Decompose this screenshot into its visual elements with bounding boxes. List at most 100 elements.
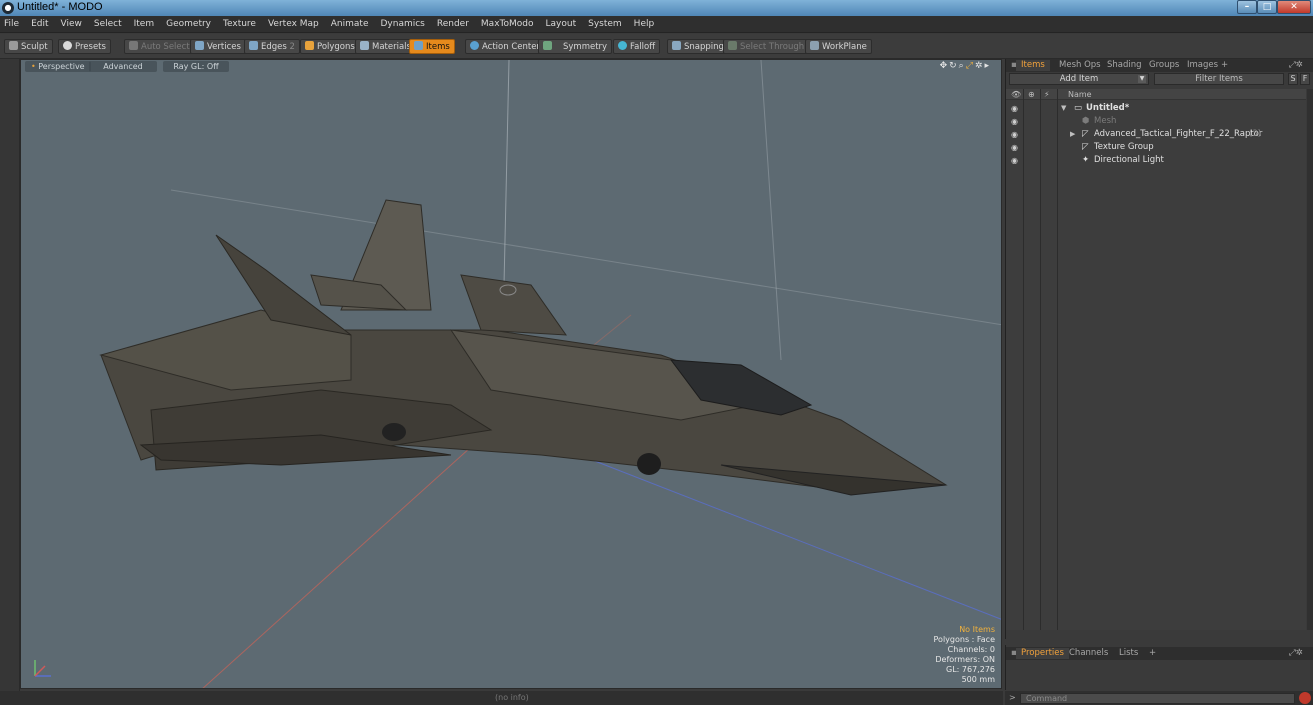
menu-select[interactable]: Select	[94, 19, 122, 29]
tab-shading[interactable]: Shading	[1102, 60, 1147, 71]
falloff-button[interactable]: Falloff	[613, 39, 661, 54]
auto-select-button[interactable]: Auto Select	[124, 39, 195, 54]
panel-expand-icon[interactable]: ⤢✲	[1284, 648, 1308, 659]
tab-add[interactable]: +	[1216, 60, 1233, 71]
maximize-view-icon[interactable]: ⤢	[966, 61, 975, 71]
edges-button[interactable]: Edges 2	[244, 39, 300, 54]
visibility-eye-icon[interactable]: ◉	[1011, 102, 1018, 115]
menu-help[interactable]: Help	[634, 19, 655, 29]
menu-dynamics[interactable]: Dynamics	[380, 19, 424, 29]
symmetry-icon	[543, 41, 552, 50]
viewport-nav-controls[interactable]: ✥↻⌕⤢✲▸	[940, 61, 991, 71]
filter-items-input[interactable]: Filter Items	[1154, 73, 1284, 85]
items-mode-button[interactable]: Items	[409, 39, 455, 54]
visibility-eye-icon[interactable]: ◉	[1011, 115, 1018, 128]
list-item-untitled[interactable]: ◉ ▼ ▭ Untitled*	[1006, 102, 1306, 115]
rotate-view-icon[interactable]: ↻	[949, 61, 959, 71]
workplane-icon	[810, 41, 819, 50]
title-bar: ● Untitled* - MODO – □ ✕	[0, 0, 1313, 16]
f22-raptor-model	[99, 199, 948, 496]
presets-icon	[63, 41, 72, 50]
lock-column-icon: ⊕	[1028, 90, 1035, 99]
items-list: ◉ ▼ ▭ Untitled* ◉ ⬢ Mesh ◉ ▶ ◸ Advanced_…	[1006, 100, 1306, 630]
tab-groups[interactable]: Groups	[1144, 60, 1184, 71]
view-type-dropdown[interactable]: • Perspective	[25, 61, 91, 72]
expand-triangle-icon[interactable]: ▶	[1070, 128, 1075, 141]
maximize-button[interactable]: □	[1257, 0, 1277, 14]
list-item-mesh[interactable]: ◉ ⬢ Mesh	[1006, 115, 1306, 128]
select-through-icon	[728, 41, 737, 50]
status-bar: (no info)	[0, 691, 1003, 705]
command-input[interactable]: Command	[1020, 693, 1295, 704]
items-panel-tabs: ▪ Items Mesh Ops Shading Groups Images +…	[1006, 59, 1313, 72]
expand-triangle-icon[interactable]: ▼	[1061, 102, 1066, 115]
visibility-eye-icon[interactable]: ◉	[1011, 128, 1018, 141]
tab-mesh-ops[interactable]: Mesh Ops	[1054, 60, 1106, 71]
modo-window: ● Untitled* - MODO – □ ✕ File Edit View …	[0, 0, 1313, 705]
snapping-icon	[672, 41, 681, 50]
select-through-button[interactable]: Select Through	[723, 39, 810, 54]
light-icon: ✦	[1082, 155, 1090, 165]
materials-icon	[360, 41, 369, 50]
move-view-icon[interactable]: ✥	[940, 61, 950, 71]
menu-geometry[interactable]: Geometry	[166, 19, 211, 29]
left-tool-strip	[0, 59, 20, 691]
zoom-view-icon[interactable]: ⌕	[959, 61, 966, 71]
list-item-label: Texture Group	[1094, 142, 1154, 152]
symmetry-button[interactable]: Symmetry	[538, 39, 613, 54]
search-mode-f-button[interactable]: F	[1300, 73, 1310, 85]
tab-items[interactable]: Items	[1016, 60, 1050, 71]
sculpt-button[interactable]: Sculpt	[4, 39, 53, 54]
panel-expand-icon[interactable]: ⤢✲	[1284, 60, 1308, 71]
menu-system[interactable]: System	[588, 19, 622, 29]
list-item-texture-group[interactable]: ◉ ◸ Texture Group	[1006, 141, 1306, 154]
menu-edit[interactable]: Edit	[31, 19, 48, 29]
polygons-button[interactable]: Polygons	[300, 39, 360, 54]
menu-render[interactable]: Render	[437, 19, 469, 29]
menu-view[interactable]: View	[61, 19, 82, 29]
close-button[interactable]: ✕	[1277, 0, 1311, 14]
shading-mode-dropdown[interactable]: Advanced	[89, 61, 157, 72]
list-item-raptor[interactable]: ◉ ▶ ◸ Advanced_Tactical_Fighter_F_22_Rap…	[1006, 128, 1306, 141]
items-list-scrollbar[interactable]	[1307, 89, 1313, 630]
menu-vertex-map[interactable]: Vertex Map	[268, 19, 319, 29]
tab-add[interactable]: +	[1144, 648, 1161, 659]
presets-button[interactable]: Presets	[58, 39, 111, 54]
list-item-label: Directional Light	[1094, 155, 1164, 165]
visibility-eye-icon[interactable]: ◉	[1011, 154, 1018, 167]
materials-button[interactable]: Materials	[355, 39, 416, 54]
search-mode-s-button[interactable]: S	[1288, 73, 1298, 85]
tab-properties[interactable]: Properties	[1016, 648, 1069, 659]
menu-item[interactable]: Item	[134, 19, 155, 29]
menu-layout[interactable]: Layout	[546, 19, 577, 29]
action-center-button[interactable]: Action Center	[465, 39, 545, 54]
viewport-info: No Items Polygons : Face Channels: 0 Def…	[934, 625, 995, 685]
menu-file[interactable]: File	[4, 19, 19, 29]
render-column-icon: ⚡	[1044, 90, 1050, 99]
menu-maxtomodo[interactable]: MaxToModo	[481, 19, 534, 29]
main-toolbar: Sculpt Presets Auto Select Vertices Edge…	[0, 34, 1313, 59]
3d-viewport[interactable]: • Perspective Advanced Ray GL: Off ✥↻⌕⤢✲…	[20, 59, 1002, 689]
raygl-toggle[interactable]: Ray GL: Off	[163, 61, 229, 72]
axis-gizmo-icon	[34, 660, 51, 677]
vertices-button[interactable]: Vertices	[190, 39, 246, 54]
minimize-button[interactable]: –	[1237, 0, 1257, 14]
menu-animate[interactable]: Animate	[331, 19, 369, 29]
add-item-dropdown[interactable]: Add Item ▼	[1009, 73, 1149, 85]
group-locator-icon: ◸	[1082, 142, 1089, 152]
snapping-button[interactable]: Snapping	[667, 39, 729, 54]
tab-channels[interactable]: Channels	[1064, 648, 1113, 659]
name-column-header[interactable]: Name	[1068, 89, 1092, 100]
view-dot-icon: •	[31, 62, 36, 71]
viewport-menu-arrow-icon[interactable]: ▸	[984, 61, 991, 71]
visibility-eye-icon[interactable]: ◉	[1011, 141, 1018, 154]
menu-texture[interactable]: Texture	[223, 19, 256, 29]
selection-status: No Items	[959, 625, 995, 634]
falloff-icon	[618, 41, 627, 50]
scene-icon: ▭	[1074, 103, 1083, 113]
list-item-directional-light[interactable]: ◉ ✦ Directional Light	[1006, 154, 1306, 167]
workplane-button[interactable]: WorkPlane	[805, 39, 872, 54]
edges-icon	[249, 41, 258, 50]
tab-lists[interactable]: Lists	[1114, 648, 1143, 659]
command-history-button[interactable]	[1299, 692, 1311, 704]
